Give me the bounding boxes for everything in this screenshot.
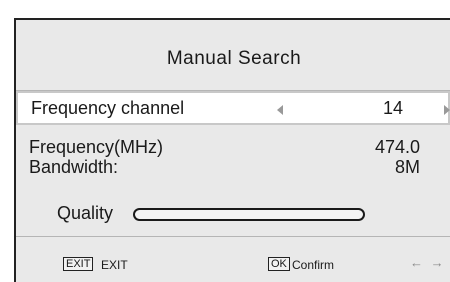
page-title: Manual Search xyxy=(166,48,302,69)
divider-bottom xyxy=(16,236,450,237)
frequency-channel-label: Frequency channel xyxy=(31,98,185,118)
quality-label: Quality xyxy=(57,203,114,223)
manual-search-panel: Manual Search Frequency channel 14 Frequ… xyxy=(14,18,450,282)
frequency-value: 474.0 xyxy=(374,137,420,157)
left-right-arrows-icon: ← → xyxy=(410,255,446,270)
frequency-channel-value: 14 xyxy=(382,98,404,118)
arrow-right-icon[interactable] xyxy=(444,105,450,115)
ok-key-badge[interactable]: OK xyxy=(268,257,290,271)
quality-bar xyxy=(133,208,365,221)
footer-help: EXIT EXIT OK Confirm ← → xyxy=(16,238,450,282)
frequency-label: Frequency(MHz) xyxy=(29,137,164,157)
bandwidth-label: Bandwidth: xyxy=(29,157,119,177)
exit-key-badge[interactable]: EXIT xyxy=(63,257,94,271)
bandwidth-value: 8M xyxy=(394,157,420,177)
arrow-left-icon[interactable] xyxy=(277,105,283,115)
frequency-channel-selector[interactable]: Frequency channel 14 xyxy=(16,91,450,125)
exit-label: EXIT xyxy=(101,258,128,272)
confirm-label: Confirm xyxy=(292,258,335,272)
